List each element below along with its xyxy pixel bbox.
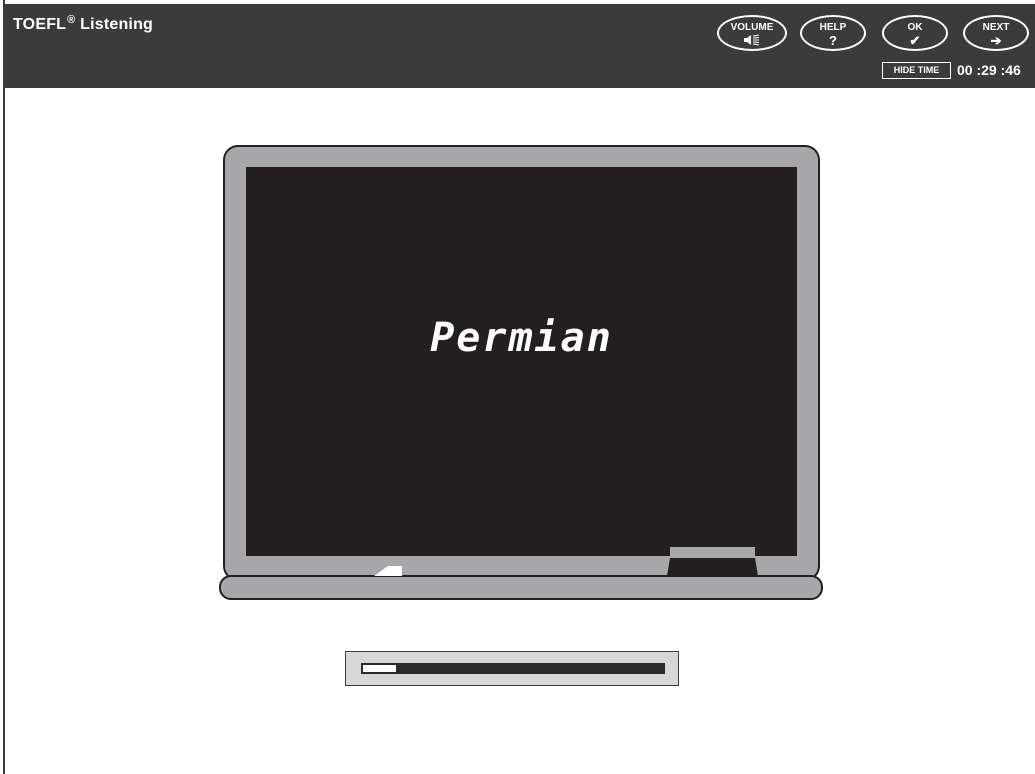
progress-track <box>361 663 665 674</box>
progress-fill <box>363 665 396 672</box>
listening-screen: TOEFL® Listening VOLUME HELP ? OK ✔ NEXT… <box>0 0 1035 774</box>
audio-progress-bar <box>345 651 679 686</box>
chalkboard-word: Permian <box>430 315 613 361</box>
eraser <box>667 558 758 576</box>
chalkboard-surface <box>246 167 797 556</box>
chalk-ledge <box>219 575 823 600</box>
eraser-top <box>670 547 755 558</box>
